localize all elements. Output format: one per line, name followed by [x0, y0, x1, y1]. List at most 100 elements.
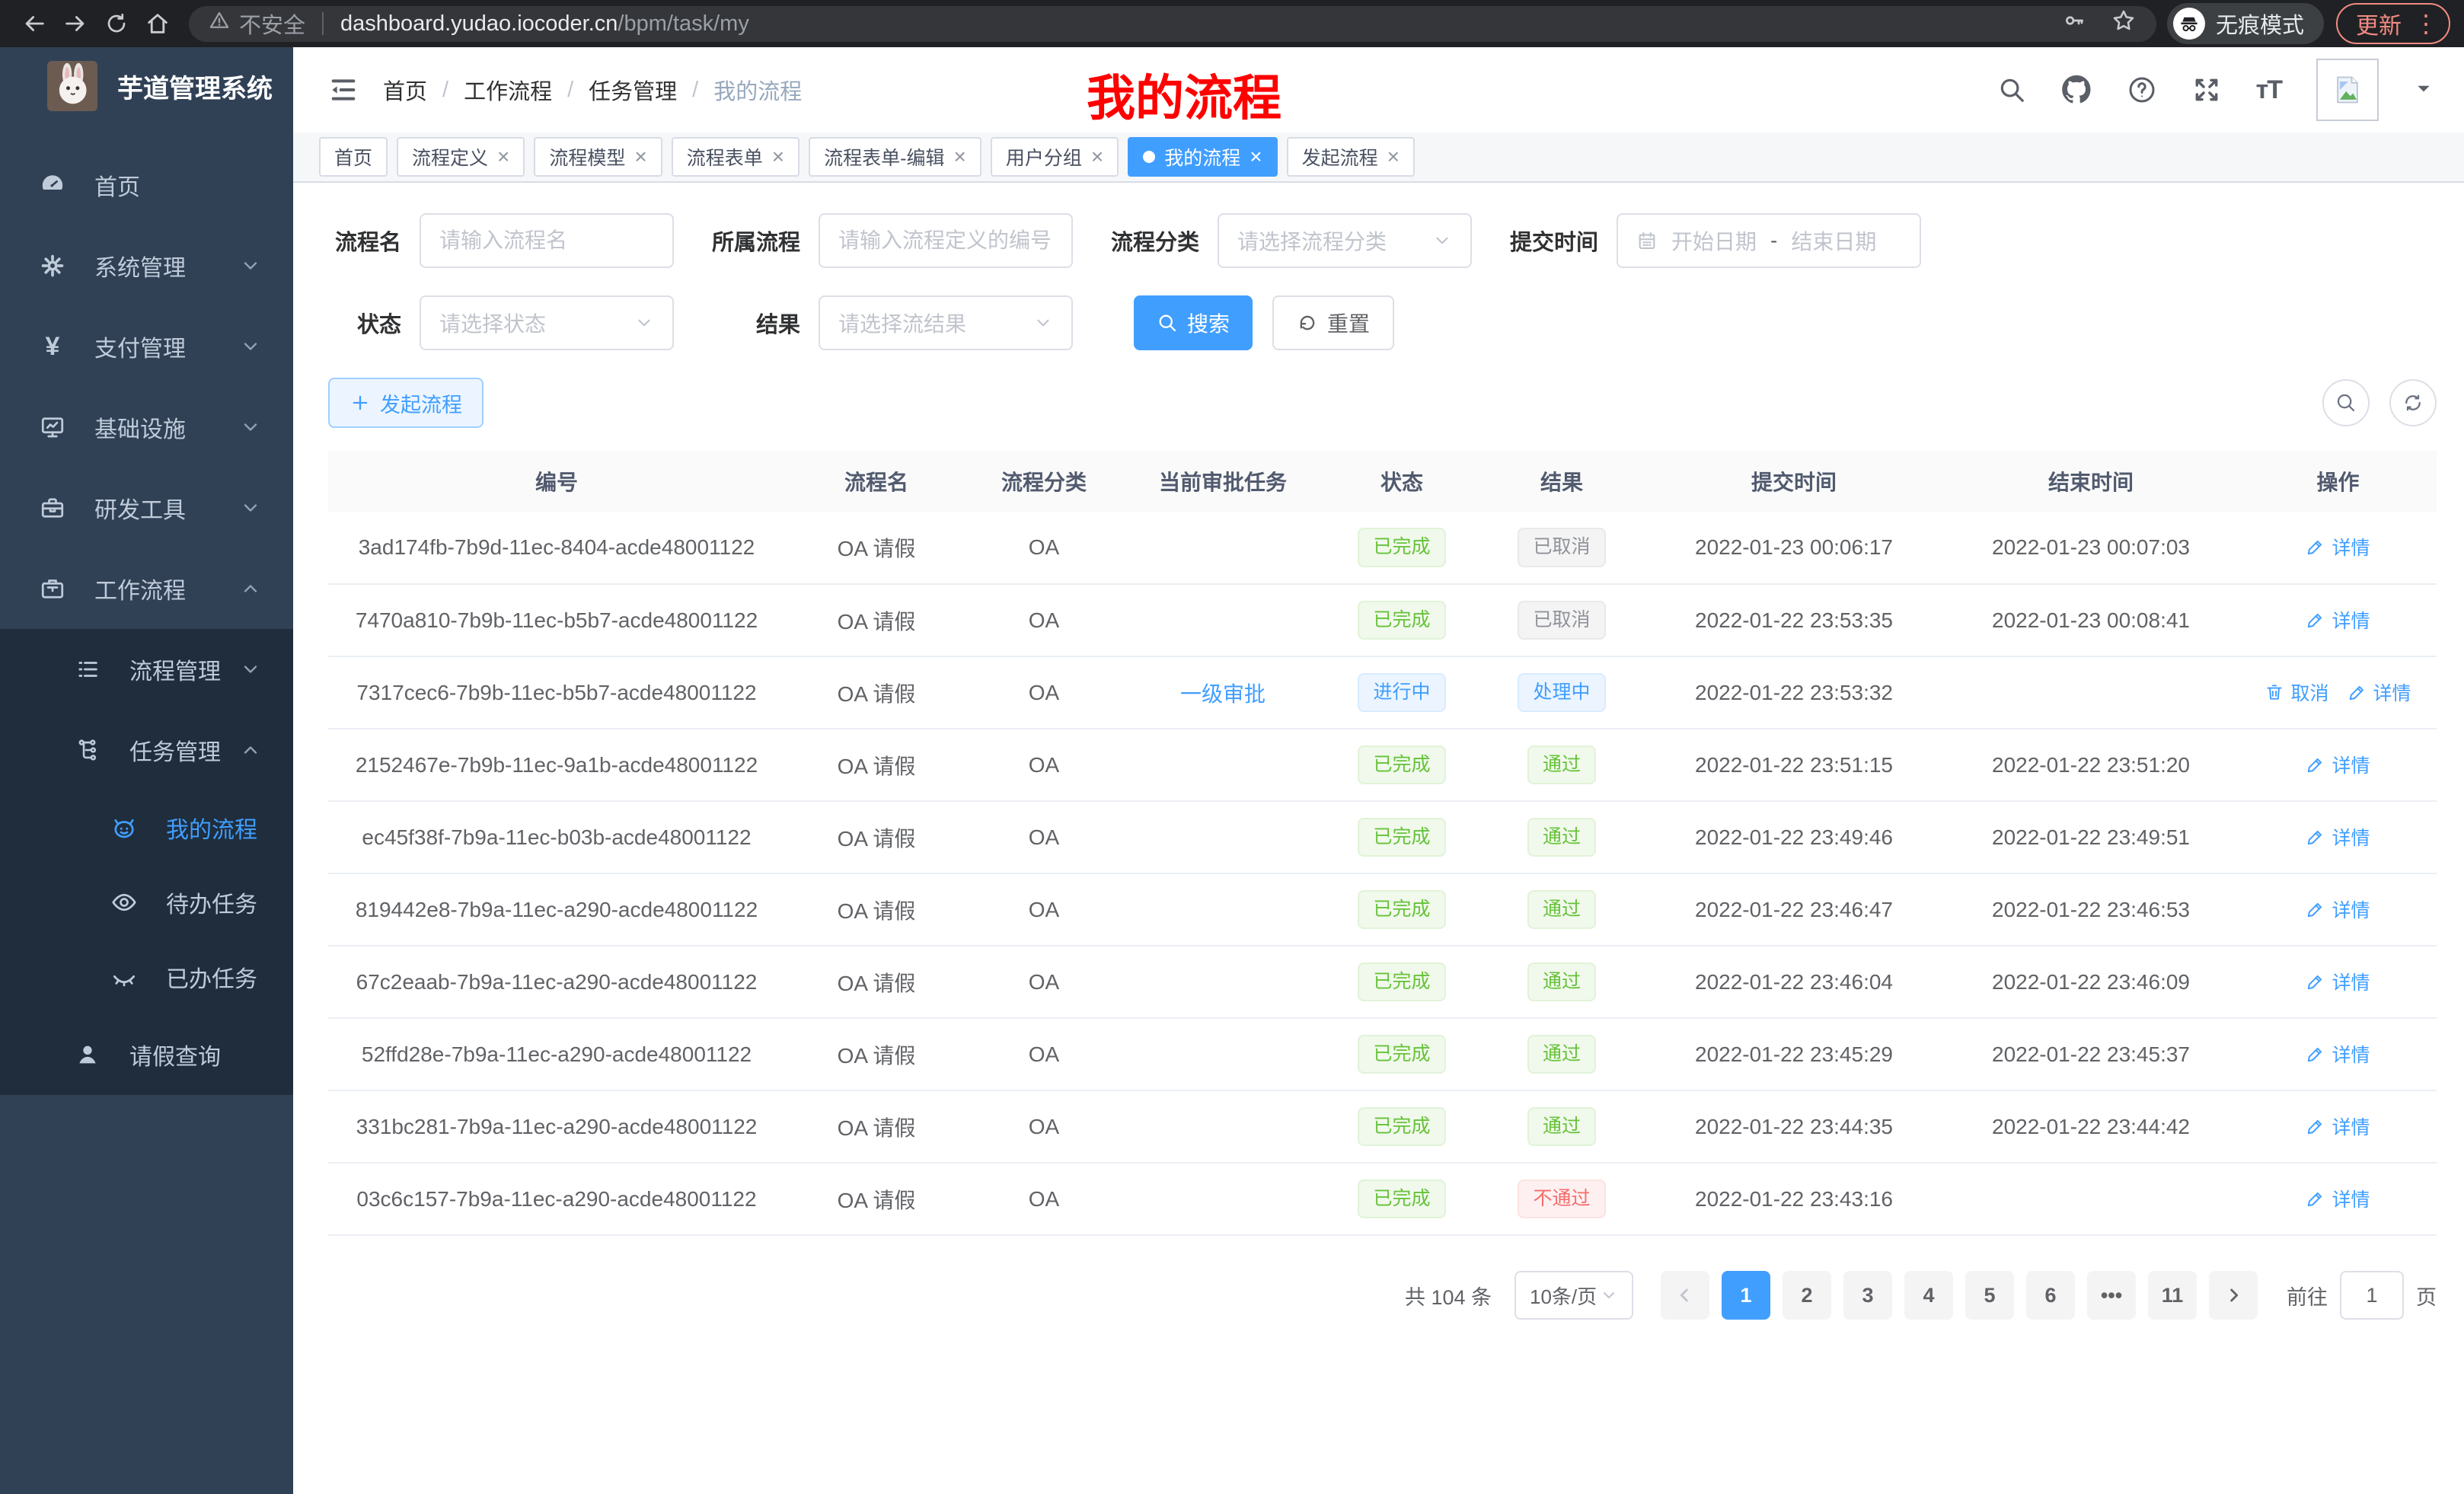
- app-logo-row[interactable]: 芋道管理系统: [0, 47, 293, 122]
- process-name-input[interactable]: [420, 213, 674, 268]
- key-icon[interactable]: [2062, 8, 2086, 39]
- help-icon[interactable]: [2127, 75, 2157, 105]
- browser-back-icon[interactable]: [14, 3, 55, 44]
- close-icon[interactable]: ×: [1250, 146, 1262, 168]
- edit-icon: [2306, 827, 2325, 847]
- browser-update-button[interactable]: 更新 ⋮: [2336, 3, 2450, 44]
- page-button-5[interactable]: 5: [1965, 1271, 2014, 1320]
- sidebar-item-task-management[interactable]: 任务管理: [0, 710, 293, 790]
- detail-action[interactable]: 详情: [2306, 895, 2370, 923]
- page-button-11[interactable]: 11: [2148, 1271, 2197, 1320]
- select-placeholder: 请选择流程分类: [1237, 225, 1387, 256]
- chevron-up-icon: [240, 578, 261, 599]
- sidebar-item-process-management[interactable]: 流程管理: [0, 629, 293, 710]
- sidebar-item-leave-query[interactable]: 请假查询: [0, 1014, 293, 1095]
- detail-action[interactable]: 详情: [2306, 823, 2370, 851]
- current-task-link[interactable]: 一级审批: [1180, 682, 1266, 706]
- reset-button[interactable]: 重置: [1272, 295, 1394, 350]
- sidebar-item-payment[interactable]: ¥ 支付管理: [0, 306, 293, 387]
- breadcrumb-item[interactable]: 工作流程: [464, 74, 552, 106]
- detail-action[interactable]: 详情: [2306, 1185, 2370, 1212]
- sidebar-item-todo-tasks[interactable]: 待办任务: [0, 865, 293, 940]
- category-select[interactable]: 请选择流程分类: [1218, 213, 1472, 268]
- goto-page-input[interactable]: [2340, 1271, 2404, 1320]
- next-page-button[interactable]: [2209, 1271, 2258, 1320]
- tab-start-process[interactable]: 发起流程 ×: [1287, 137, 1415, 177]
- fullscreen-icon[interactable]: [2192, 75, 2221, 104]
- cell-category: OA: [968, 1018, 1120, 1090]
- tab-label: 流程表单: [687, 143, 763, 171]
- close-icon[interactable]: ×: [497, 146, 509, 168]
- column-header: 流程名: [785, 451, 968, 512]
- security-status[interactable]: 不安全: [209, 8, 305, 40]
- date-range-picker[interactable]: 开始日期 - 结束日期: [1617, 213, 1921, 268]
- page-size-select[interactable]: 10条/页: [1514, 1271, 1633, 1320]
- address-bar[interactable]: 不安全 dashboard.yudao.iocoder.cn/bpm/task/…: [189, 6, 2156, 42]
- tab-process-form-edit[interactable]: 流程表单-编辑 ×: [809, 137, 981, 177]
- browser-forward-icon[interactable]: [55, 3, 96, 44]
- sidebar-item-workflow[interactable]: 工作流程: [0, 548, 293, 629]
- github-icon[interactable]: [2061, 75, 2092, 105]
- show-search-button[interactable]: [2322, 379, 2370, 426]
- sidebar-item-done-tasks[interactable]: 已办任务: [0, 940, 293, 1014]
- close-icon[interactable]: ×: [634, 146, 646, 168]
- tab-process-definition[interactable]: 流程定义 ×: [397, 137, 525, 177]
- sidebar-item-home[interactable]: 首页: [0, 145, 293, 225]
- search-button[interactable]: 搜索: [1134, 295, 1253, 350]
- page-button-6[interactable]: 6: [2026, 1271, 2075, 1320]
- process-definition-input[interactable]: [819, 213, 1073, 268]
- sidebar-item-devtools[interactable]: 研发工具: [0, 468, 293, 548]
- detail-action[interactable]: 详情: [2306, 968, 2370, 995]
- cell-status: 已完成: [1326, 1090, 1478, 1163]
- result-select[interactable]: 请选择流结果: [819, 295, 1073, 350]
- sidebar-collapse-icon[interactable]: [328, 75, 359, 105]
- tab-home[interactable]: 首页: [319, 137, 388, 177]
- detail-action[interactable]: 详情: [2306, 1040, 2370, 1068]
- tab-process-model[interactable]: 流程模型 ×: [534, 137, 662, 177]
- refresh-button[interactable]: [2389, 379, 2437, 426]
- tab-user-group[interactable]: 用户分组 ×: [991, 137, 1119, 177]
- close-icon[interactable]: ×: [1091, 146, 1103, 168]
- search-icon[interactable]: [1997, 75, 2026, 104]
- detail-action[interactable]: 详情: [2306, 606, 2370, 634]
- close-icon[interactable]: ×: [772, 146, 784, 168]
- close-icon[interactable]: ×: [953, 146, 965, 168]
- detail-action[interactable]: 详情: [2348, 678, 2411, 706]
- detail-action[interactable]: 详情: [2306, 533, 2370, 560]
- breadcrumb-item[interactable]: 首页: [383, 74, 427, 106]
- avatar[interactable]: [2316, 59, 2379, 121]
- chevron-down-icon[interactable]: [2414, 78, 2434, 102]
- page-button-4[interactable]: 4: [1904, 1271, 1953, 1320]
- bookmark-star-icon[interactable]: [2111, 8, 2137, 40]
- cell-end-time: 2022-01-22 23:51:20: [1942, 729, 2239, 801]
- breadcrumb-item[interactable]: 任务管理: [589, 74, 677, 106]
- detail-action[interactable]: 详情: [2306, 751, 2370, 778]
- browser-menu-icon[interactable]: ⋮: [2414, 11, 2438, 36]
- prev-page-button[interactable]: [1661, 1271, 1709, 1320]
- page-button-1[interactable]: 1: [1722, 1271, 1770, 1320]
- table-row: ec45f38f-7b9a-11ec-b03b-acde48001122OA 请…: [328, 801, 2437, 873]
- start-process-button[interactable]: 发起流程: [328, 378, 484, 428]
- browser-reload-icon[interactable]: [96, 3, 137, 44]
- cell-current-task: [1120, 946, 1326, 1018]
- more-pages-button[interactable]: •••: [2087, 1271, 2136, 1320]
- tab-my-process[interactable]: 我的流程 ×: [1128, 137, 1277, 177]
- cell-category: OA: [968, 729, 1120, 801]
- list-icon: [70, 656, 105, 682]
- sidebar-item-infrastructure[interactable]: 基础设施: [0, 387, 293, 468]
- detail-action[interactable]: 详情: [2306, 1113, 2370, 1140]
- font-size-icon[interactable]: тT: [2256, 75, 2281, 105]
- cell-result: 不通过: [1478, 1163, 1645, 1235]
- browser-home-icon[interactable]: [137, 3, 178, 44]
- status-select[interactable]: 请选择状态: [420, 295, 674, 350]
- app-logo: [47, 61, 97, 111]
- sidebar-item-my-process[interactable]: 我的流程: [0, 790, 293, 865]
- cell-process-name: OA 请假: [785, 729, 968, 801]
- page-button-3[interactable]: 3: [1843, 1271, 1892, 1320]
- close-icon[interactable]: ×: [1387, 146, 1400, 168]
- page-button-2[interactable]: 2: [1783, 1271, 1831, 1320]
- tab-process-form[interactable]: 流程表单 ×: [672, 137, 800, 177]
- column-header: 结果: [1478, 451, 1645, 512]
- sidebar-item-system[interactable]: 系统管理: [0, 225, 293, 306]
- cancel-action[interactable]: 取消: [2265, 678, 2328, 706]
